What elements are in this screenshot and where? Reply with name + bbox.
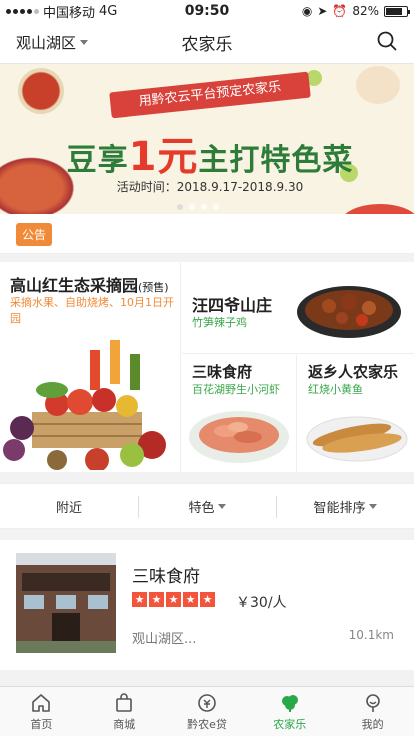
chevron-down-icon <box>80 40 89 45</box>
chevron-down-icon <box>368 503 377 509</box>
price-per-person: ￥30/人 <box>236 595 287 611</box>
restaurant-list-item[interactable]: 三味食府 ★ ★ ★ ★ ★ ￥30/人 观山湖区... 10.1km <box>0 540 414 670</box>
chicken-dish-image <box>297 286 401 338</box>
filter-featured[interactable]: 特色 <box>138 484 276 528</box>
card-title: 返乡人农家乐 <box>308 363 399 381</box>
filter-bar: 附近 特色 智能排序 <box>0 483 414 529</box>
restaurant-thumbnail <box>16 553 116 653</box>
tab-farmhouse[interactable]: 农家乐 <box>248 687 331 736</box>
filter-nearby[interactable]: 附近 <box>0 484 138 528</box>
carrier-name: 中国移动 <box>43 5 96 21</box>
status-bar: 中国移动 4G 09:50 ◉ ➤ ⏰ 82% <box>0 0 414 22</box>
banner-date: 活动时间：2018.9.17-2018.9.30 <box>116 180 304 194</box>
banner-ribbon-text: 用黔农云平台预定农家乐 <box>109 71 311 119</box>
bottom-tab-bar: 首页 商城 黔农e贷 农家乐 我的 <box>0 686 414 736</box>
star-icon: ★ <box>200 592 215 607</box>
card-title: 高山红生态采摘园 <box>10 276 139 295</box>
card-subtitle: 红烧小黄鱼 <box>308 383 363 396</box>
profile-icon <box>365 693 380 712</box>
signal-strength-icon <box>6 8 39 14</box>
card-subtitle: 百花湖野生小河虾 <box>192 383 280 396</box>
tab-mall[interactable]: 商城 <box>83 687 166 736</box>
tab-profile[interactable]: 我的 <box>331 687 414 736</box>
hotpot-pot-image <box>340 204 414 214</box>
fish-dish-image <box>306 416 408 462</box>
star-icon: ★ <box>132 592 147 607</box>
notice-badge: 公告 <box>16 223 53 246</box>
location-label: 观山湖区 <box>16 34 77 52</box>
banner-headline: 豆享1元主打特色菜 <box>66 134 354 180</box>
promo-banner[interactable]: 用黔农云平台预定农家乐 豆享1元主打特色菜 活动时间：2018.9.17-201… <box>0 64 414 214</box>
tab-loan[interactable]: 黔农e贷 <box>166 687 249 736</box>
location-selector[interactable]: 观山湖区 <box>16 32 126 53</box>
page-title: 农家乐 <box>181 35 233 55</box>
star-icon: ★ <box>149 592 164 607</box>
battery-percent: 82% <box>352 4 379 18</box>
featured-card-fanxiangren[interactable]: 返乡人农家乐 红烧小黄鱼 <box>298 355 414 472</box>
notice-row[interactable]: 公告 <box>0 214 414 254</box>
chevron-down-icon <box>217 503 226 509</box>
clock: 09:50 <box>184 3 230 19</box>
carousel-indicator <box>177 204 219 210</box>
card-title: 三味食府 <box>192 363 253 381</box>
fruit-crate-image <box>3 340 166 470</box>
farmhouse-icon <box>281 694 298 712</box>
featured-grid: 高山红生态采摘园(预售) 采摘水果、自助烧烤、10月1日开园 汪四爷山庄 竹笋辣… <box>0 262 414 472</box>
star-icon: ★ <box>166 592 181 607</box>
search-icon[interactable] <box>376 30 398 56</box>
featured-card-main[interactable]: 高山红生态采摘园(预售) 采摘水果、自助烧烤、10月1日开园 <box>0 262 181 472</box>
restaurant-name: 三味食府 <box>132 567 200 587</box>
nav-bar: 观山湖区 农家乐 <box>0 22 414 64</box>
egg-image <box>356 66 400 104</box>
location-arrow-icon: ➤ <box>317 4 328 18</box>
network-type: 4G <box>99 3 118 19</box>
chili-bowl-image <box>18 68 64 114</box>
alarm-icon: ⏰ <box>332 4 348 18</box>
star-icon: ★ <box>183 592 198 607</box>
orientation-lock-icon: ◉ <box>301 4 313 18</box>
featured-card-wangsiye[interactable]: 汪四爷山庄 竹笋辣子鸡 <box>182 262 414 354</box>
featured-card-sanwei[interactable]: 三味食府 百花湖野生小河虾 <box>182 355 297 472</box>
shopping-bag-icon <box>116 692 132 712</box>
card-subtitle: 竹笋辣子鸡 <box>192 316 247 329</box>
shrimp-dish-image <box>189 411 289 463</box>
presale-tag: (预售) <box>138 281 169 294</box>
loan-icon <box>198 693 216 712</box>
restaurant-distance: 10.1km <box>348 628 394 642</box>
home-icon <box>32 693 51 712</box>
tab-home[interactable]: 首页 <box>0 687 83 736</box>
restaurant-address: 观山湖区... <box>132 632 197 647</box>
filter-sort[interactable]: 智能排序 <box>276 484 414 528</box>
rating-stars: ★ ★ ★ ★ ★ <box>132 592 215 607</box>
battery-icon <box>384 5 410 17</box>
card-title: 汪四爷山庄 <box>192 296 273 315</box>
